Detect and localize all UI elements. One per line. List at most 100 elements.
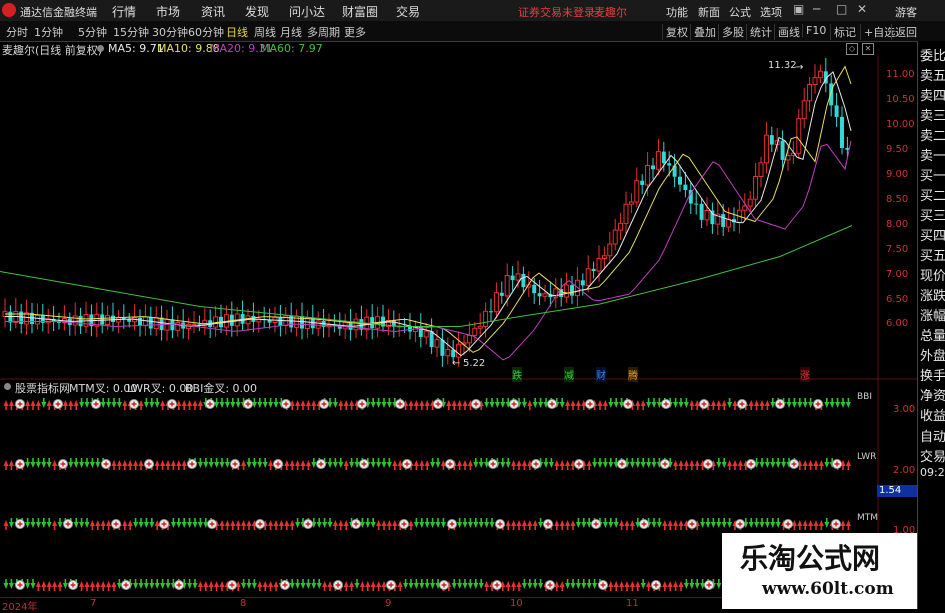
up-arrow-icon: [613, 581, 619, 591]
up-arrow-icon: [57, 581, 63, 591]
up-arrow-icon: [662, 520, 668, 530]
down-arrow-icon: [489, 518, 495, 528]
sidebar-item[interactable]: 收益: [920, 405, 945, 424]
down-arrow-icon: [143, 398, 149, 408]
sidebar-item[interactable]: 现价: [920, 265, 945, 284]
period-5min[interactable]: 5分钟: [78, 24, 107, 40]
sidebar-item[interactable]: 委比: [920, 45, 945, 64]
menu-gongshi[interactable]: 公式: [729, 4, 751, 20]
sidebar-item[interactable]: 卖三: [920, 105, 945, 124]
date-tick: 7: [90, 598, 97, 609]
guest-label[interactable]: 游客: [895, 4, 917, 20]
sidebar-item[interactable]: 涨跌: [920, 285, 945, 304]
sidebar-item[interactable]: 净资: [920, 385, 945, 404]
down-arrow-icon: [748, 518, 754, 528]
period-15min[interactable]: 15分钟: [113, 24, 149, 40]
down-arrow-icon: [786, 398, 792, 408]
sidebar-item[interactable]: 买二: [920, 185, 945, 204]
down-arrow-icon: [700, 518, 706, 528]
period-daily[interactable]: 日线: [226, 24, 248, 40]
down-arrow-icon: [419, 579, 425, 589]
sidebar-item[interactable]: 买一: [920, 165, 945, 184]
maximize-icon[interactable]: □: [836, 2, 847, 16]
period-60min[interactable]: 60分钟: [188, 24, 224, 40]
period-more[interactable]: 更多: [344, 24, 366, 40]
menu-shichang[interactable]: 市场: [156, 3, 180, 20]
sidebar-item[interactable]: 卖二: [920, 125, 945, 144]
minimize-icon[interactable]: ─: [813, 2, 820, 16]
down-arrow-icon: [462, 579, 468, 589]
down-arrow-icon: [327, 518, 333, 528]
candle-body: [721, 214, 726, 228]
ma20-line: [5, 140, 852, 361]
btn-f10[interactable]: F10: [802, 24, 829, 37]
menu-jiaoyi[interactable]: 交易: [396, 3, 420, 20]
period-weekly[interactable]: 周线: [254, 24, 276, 40]
sidebar-item[interactable]: 买五: [920, 245, 945, 264]
skin-icon[interactable]: ▣: [793, 2, 804, 16]
menu-xuanxiang[interactable]: 选项: [760, 4, 782, 20]
up-arrow-icon: [311, 400, 317, 410]
sidebar-item[interactable]: 总量: [920, 325, 945, 344]
sidebar-item[interactable]: 交易: [920, 446, 945, 465]
down-arrow-icon: [462, 518, 468, 528]
up-arrow-icon: [397, 460, 403, 470]
sidebar-item[interactable]: 涨幅: [920, 305, 945, 324]
up-arrow-icon: [268, 460, 274, 470]
btn-tongji[interactable]: 统计: [746, 24, 775, 40]
candle-body: [445, 349, 451, 357]
sidebar-item[interactable]: 卖五: [920, 65, 945, 84]
btn-huaxian[interactable]: 画线: [774, 24, 803, 40]
period-multi[interactable]: 多周期: [307, 24, 340, 40]
btn-fuquan[interactable]: 复权: [662, 24, 691, 40]
down-arrow-icon: [181, 518, 187, 528]
menu-caifuquan[interactable]: 财富圈: [342, 3, 378, 20]
indicator-title[interactable]: 股票指标网: [15, 380, 70, 396]
candle-body: [429, 331, 434, 348]
period-monthly[interactable]: 月线: [280, 24, 302, 40]
menu-wenxiaoda[interactable]: 问小达: [289, 3, 325, 20]
sidebar-item[interactable]: 买三: [920, 205, 945, 224]
sidebar-item[interactable]: 买四: [920, 225, 945, 244]
btn-diejia[interactable]: 叠加: [690, 24, 719, 40]
candle-body: [628, 201, 634, 205]
sidebar-item[interactable]: 外盘: [920, 345, 945, 364]
menu-hangqing[interactable]: 行情: [112, 3, 136, 20]
close-icon[interactable]: ✕: [857, 2, 867, 16]
btn-biaoji[interactable]: 标记: [830, 24, 859, 40]
candle-body: [618, 222, 624, 231]
candle-body: [591, 268, 596, 272]
indicator-dot-icon[interactable]: [4, 383, 11, 390]
period-1min[interactable]: 1分钟: [34, 24, 63, 40]
candle-body: [142, 316, 148, 327]
period-fenshi[interactable]: 分时: [6, 24, 28, 40]
btn-duogu[interactable]: 多股: [718, 24, 747, 40]
sidebar-item[interactable]: 自动: [920, 426, 945, 445]
sidebar-item[interactable]: 卖四: [920, 85, 945, 104]
down-arrow-icon: [106, 398, 112, 408]
down-arrow-icon: [467, 518, 473, 528]
down-arrow-icon: [435, 458, 441, 468]
up-arrow-icon: [554, 581, 560, 591]
price-tick: 6.50: [886, 294, 909, 305]
down-arrow-icon: [381, 458, 387, 468]
up-arrow-icon: [370, 581, 376, 591]
down-arrow-icon: [764, 518, 770, 528]
down-arrow-icon: [489, 398, 495, 408]
price-tick: 7.50: [886, 244, 909, 255]
menu-gongneng[interactable]: 功能: [666, 4, 688, 20]
btn-fanhui[interactable]: 返回: [891, 24, 920, 40]
up-arrow-icon: [187, 400, 193, 410]
menu-faxian[interactable]: 发现: [245, 3, 269, 20]
menu-zixun[interactable]: 资讯: [201, 3, 225, 20]
up-arrow-icon: [241, 460, 247, 470]
menu-xinmian[interactable]: 新面: [698, 4, 720, 20]
period-30min[interactable]: 30分钟: [152, 24, 188, 40]
main-chart[interactable]: [0, 41, 917, 597]
row-label-lwr: LWR: [857, 452, 877, 462]
candle-body: [564, 284, 570, 298]
sidebar-item[interactable]: 卖一: [920, 145, 945, 164]
sidebar-item[interactable]: 换手: [920, 365, 945, 384]
login-notice[interactable]: 证券交易未登录: [518, 4, 595, 20]
up-arrow-icon: [284, 460, 290, 470]
